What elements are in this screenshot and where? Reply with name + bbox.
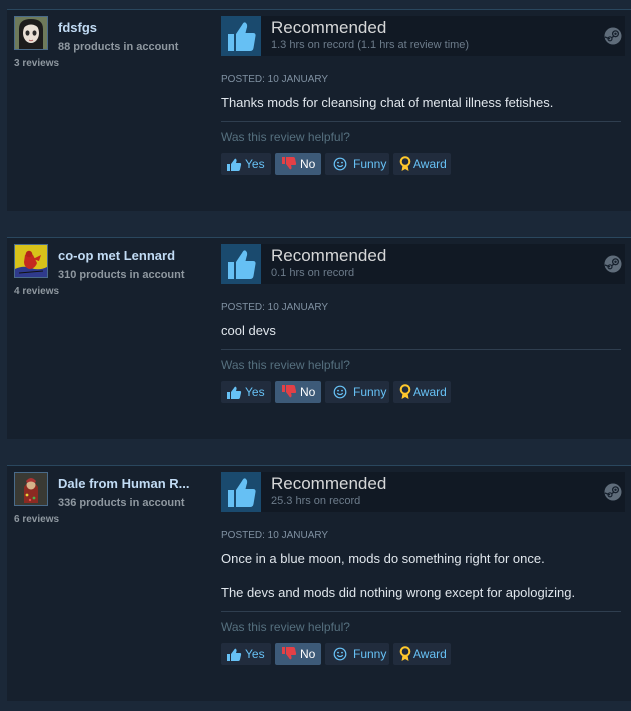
funny-label: Funny (353, 385, 387, 399)
hours-on-record: 0.1 hrs on record (271, 267, 355, 279)
posted-date: Posted: 10 January (221, 530, 329, 541)
author-name[interactable]: co-op met Lennard (58, 248, 192, 263)
avatar[interactable] (14, 16, 48, 50)
review-paragraph: cool devs (221, 323, 276, 338)
author-products-count: 310 products in account (58, 269, 185, 281)
no-label: No (300, 157, 316, 171)
no-button[interactable]: No (275, 643, 321, 665)
yes-button[interactable]: Yes (221, 643, 271, 665)
yes-button[interactable]: Yes (221, 381, 271, 403)
thumbs-down-icon (282, 385, 297, 398)
vote-header[interactable]: Recommended 0.1 hrs on record (221, 244, 625, 284)
hours-on-record: 1.3 hrs on record (1.1 hrs at review tim… (271, 39, 470, 51)
review-paragraph: Thanks mods for cleansing chat of mental… (221, 95, 554, 110)
no-button[interactable]: No (275, 381, 321, 403)
review-card: fdsfgs 88 products in account 3 reviews … (7, 9, 631, 211)
hours-on-record: 25.3 hrs on record (271, 495, 361, 507)
thumbs-up-icon (227, 158, 242, 171)
author-products-count: 88 products in account (58, 41, 179, 53)
yes-label: Yes (245, 157, 265, 171)
award-ribbon-icon (399, 156, 411, 171)
award-button[interactable]: Award (393, 643, 451, 665)
smiley-icon (333, 157, 347, 171)
steam-logo-icon (604, 255, 622, 273)
yes-label: Yes (245, 647, 265, 661)
author-name[interactable]: Dale from Human R... (58, 476, 192, 491)
thumbs-up-icon (227, 386, 242, 399)
divider (221, 349, 621, 350)
review-card: co-op met Lennard 310 products in accoun… (7, 237, 631, 439)
thumbs-down-icon (282, 157, 297, 170)
review-body: Once in a blue moon, mods do something r… (221, 550, 621, 618)
author-reviews-count[interactable]: 6 reviews (14, 514, 59, 525)
funny-button[interactable]: Funny (325, 153, 389, 175)
vote-title: Recommended (271, 18, 387, 37)
vote-title: Recommended (271, 246, 387, 265)
avatar-image (15, 245, 47, 277)
thumbs-down-icon (282, 647, 297, 660)
avatar[interactable] (14, 244, 48, 278)
no-button[interactable]: No (275, 153, 321, 175)
no-label: No (300, 647, 316, 661)
vote-header[interactable]: Recommended 25.3 hrs on record (221, 472, 625, 512)
award-ribbon-icon (399, 646, 411, 661)
review-body: cool devs (221, 322, 621, 356)
author-reviews-count[interactable]: 4 reviews (14, 286, 59, 297)
author-name[interactable]: fdsfgs (58, 20, 192, 35)
smiley-icon (333, 385, 347, 399)
yes-label: Yes (245, 385, 265, 399)
review-paragraph: The devs and mods did nothing wrong exce… (221, 585, 576, 600)
review-body: Thanks mods for cleansing chat of mental… (221, 94, 621, 128)
review-paragraph: Once in a blue moon, mods do something r… (221, 551, 545, 566)
divider (221, 121, 621, 122)
no-label: No (300, 385, 316, 399)
yes-button[interactable]: Yes (221, 153, 271, 175)
vote-title: Recommended (271, 474, 387, 493)
funny-label: Funny (353, 647, 387, 661)
avatar-image (15, 473, 47, 505)
steam-logo-icon (604, 27, 622, 45)
funny-label: Funny (353, 157, 387, 171)
award-label: Award (413, 647, 447, 661)
award-label: Award (413, 157, 447, 171)
review-card: Dale from Human R... 336 products in acc… (7, 465, 631, 701)
posted-date: Posted: 10 January (221, 302, 329, 313)
helpful-question: Was this review helpful? (221, 130, 350, 144)
smiley-icon (333, 647, 347, 661)
award-ribbon-icon (399, 384, 411, 399)
award-button[interactable]: Award (393, 381, 451, 403)
author-reviews-count[interactable]: 3 reviews (14, 58, 59, 69)
helpful-question: Was this review helpful? (221, 358, 350, 372)
avatar-image (15, 17, 47, 49)
author-products-count: 336 products in account (58, 497, 185, 509)
thumbs-up-icon (221, 16, 261, 56)
avatar[interactable] (14, 472, 48, 506)
funny-button[interactable]: Funny (325, 381, 389, 403)
vote-header[interactable]: Recommended 1.3 hrs on record (1.1 hrs a… (221, 16, 625, 56)
funny-button[interactable]: Funny (325, 643, 389, 665)
steam-logo-icon (604, 483, 622, 501)
helpful-question: Was this review helpful? (221, 620, 350, 634)
award-button[interactable]: Award (393, 153, 451, 175)
award-label: Award (413, 385, 447, 399)
divider (221, 611, 621, 612)
thumbs-up-icon (227, 648, 242, 661)
thumbs-up-icon (221, 472, 261, 512)
thumbs-up-icon (221, 244, 261, 284)
posted-date: Posted: 10 January (221, 74, 329, 85)
